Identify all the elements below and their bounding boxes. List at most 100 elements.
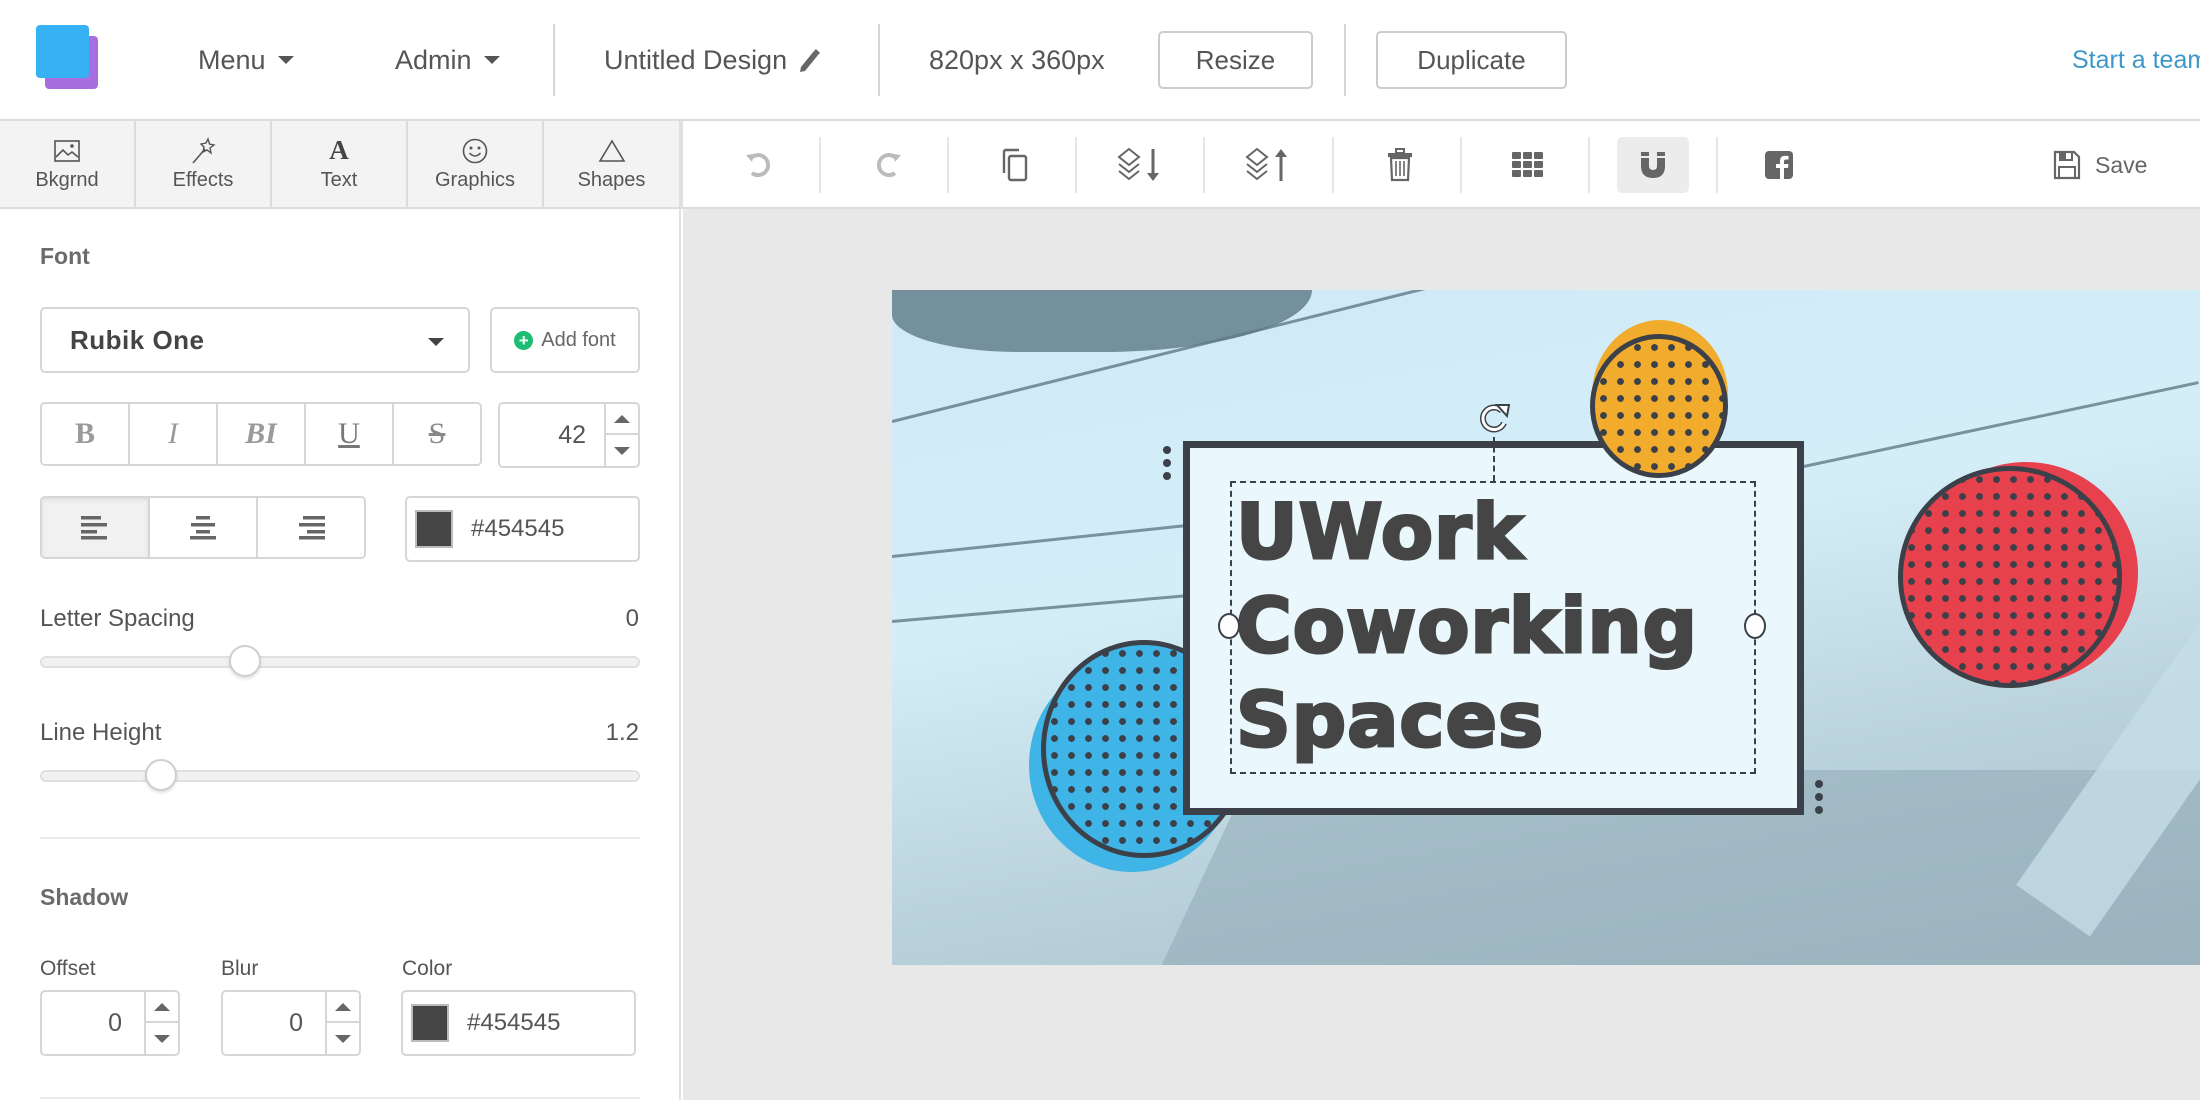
caret-up-icon bbox=[154, 1002, 170, 1011]
tab-background[interactable]: Bkgrnd bbox=[0, 121, 136, 207]
delete-button[interactable] bbox=[1367, 137, 1433, 193]
shadow-offset-value[interactable]: 0 bbox=[42, 992, 122, 1054]
send-backward-icon bbox=[1117, 147, 1159, 181]
section-divider bbox=[40, 1097, 640, 1099]
shadow-blur-label: Blur bbox=[221, 957, 259, 980]
design-title-text: Untitled Design bbox=[604, 44, 788, 75]
tab-shapes[interactable]: Shapes bbox=[544, 121, 681, 207]
text-color-swatch bbox=[415, 510, 453, 548]
save-label: Save bbox=[2095, 151, 2148, 178]
line-height-label: Line Height bbox=[40, 719, 162, 746]
bold-italic-button[interactable]: BI bbox=[218, 404, 306, 464]
header-divider bbox=[553, 24, 555, 96]
trash-icon bbox=[1388, 148, 1412, 182]
caret-down-icon bbox=[335, 1034, 351, 1043]
pencil-icon[interactable] bbox=[797, 47, 821, 73]
facebook-icon bbox=[1765, 151, 1793, 179]
redo-icon bbox=[876, 153, 901, 178]
header-divider bbox=[878, 24, 880, 96]
align-center-button[interactable] bbox=[150, 498, 258, 557]
align-center-icon bbox=[190, 515, 216, 539]
snap-magnet-button[interactable] bbox=[1617, 137, 1689, 193]
tab-text[interactable]: A Text bbox=[272, 121, 408, 207]
facebook-share-button[interactable] bbox=[1746, 137, 1812, 193]
font-size-stepper[interactable]: 42 bbox=[498, 402, 640, 468]
grid-button[interactable] bbox=[1495, 137, 1561, 193]
toolbar-divider bbox=[1460, 137, 1462, 193]
slider-thumb[interactable] bbox=[228, 645, 261, 677]
bold-button[interactable]: B bbox=[42, 404, 130, 464]
tab-effects[interactable]: Effects bbox=[136, 121, 272, 207]
admin-dropdown[interactable]: Admin bbox=[395, 0, 500, 120]
shadow-blur-stepper[interactable]: 0 bbox=[221, 990, 361, 1056]
resize-button[interactable]: Resize bbox=[1158, 31, 1313, 89]
letter-spacing-value: 0 bbox=[625, 605, 639, 632]
font-size-spinner bbox=[604, 404, 638, 466]
shadow-offset-stepper[interactable]: 0 bbox=[40, 990, 180, 1056]
decrement-button[interactable] bbox=[327, 1023, 359, 1054]
increment-button[interactable] bbox=[606, 404, 638, 435]
slider-thumb[interactable] bbox=[145, 759, 178, 791]
caret-up-icon bbox=[335, 1002, 351, 1011]
resize-handle-left[interactable] bbox=[1218, 613, 1240, 639]
red-dotted-circle[interactable] bbox=[1898, 462, 2138, 690]
toolbar-divider bbox=[1716, 137, 1718, 193]
letter-spacing-label: Letter Spacing bbox=[40, 605, 195, 632]
increment-button[interactable] bbox=[146, 992, 178, 1023]
increment-button[interactable] bbox=[327, 992, 359, 1023]
text-color-picker[interactable]: #454545 bbox=[405, 496, 640, 562]
editor-toolbar: Save bbox=[681, 121, 2200, 209]
strikethrough-button[interactable]: S bbox=[394, 404, 480, 464]
rotate-handle[interactable] bbox=[1476, 401, 1512, 437]
start-team-link[interactable]: Start a team bbox=[2072, 0, 2200, 120]
chevron-down-icon bbox=[428, 338, 444, 346]
decrement-button[interactable] bbox=[606, 435, 638, 466]
design-title[interactable]: Untitled Design bbox=[604, 0, 821, 120]
save-icon bbox=[2053, 150, 2081, 180]
copy-button[interactable] bbox=[982, 137, 1048, 193]
underline-button[interactable]: U bbox=[306, 404, 394, 464]
shadow-blur-value[interactable]: 0 bbox=[223, 992, 303, 1054]
align-left-icon bbox=[81, 515, 107, 539]
undo-button[interactable] bbox=[726, 137, 792, 193]
toolbar-divider bbox=[819, 137, 821, 193]
align-right-button[interactable] bbox=[258, 498, 364, 557]
duplicate-button[interactable]: Duplicate bbox=[1376, 31, 1567, 89]
align-right-icon bbox=[299, 515, 325, 539]
send-backward-button[interactable] bbox=[1110, 137, 1176, 193]
shadow-offset-spinner bbox=[144, 992, 178, 1054]
title-text[interactable]: UWork Coworking Spaces bbox=[1235, 485, 1699, 767]
redo-button[interactable] bbox=[855, 137, 921, 193]
chevron-down-icon bbox=[277, 56, 294, 64]
triangle-icon bbox=[598, 137, 626, 165]
decrement-button[interactable] bbox=[146, 1023, 178, 1054]
shadow-section-title: Shadow bbox=[40, 884, 129, 910]
toolbar-divider bbox=[1332, 137, 1334, 193]
letter-spacing-slider[interactable] bbox=[40, 645, 640, 677]
toolbar-divider bbox=[1203, 137, 1205, 193]
shadow-color-swatch bbox=[411, 1004, 449, 1042]
plus-circle-icon: + bbox=[514, 330, 534, 350]
add-font-button[interactable]: + Add font bbox=[490, 307, 640, 373]
tab-graphics[interactable]: Graphics bbox=[408, 121, 544, 207]
shadow-color-picker[interactable]: #454545 bbox=[401, 990, 636, 1056]
logo-front-shape bbox=[36, 25, 89, 78]
image-icon bbox=[54, 137, 80, 165]
line-height-slider[interactable] bbox=[40, 759, 640, 791]
bring-forward-button[interactable] bbox=[1238, 137, 1304, 193]
bring-forward-icon bbox=[1245, 147, 1287, 181]
selected-font: Rubik One bbox=[70, 324, 205, 355]
caret-down-icon bbox=[614, 446, 630, 455]
save-button[interactable]: Save bbox=[2053, 137, 2147, 193]
app-logo[interactable] bbox=[36, 25, 100, 89]
magnet-icon bbox=[1641, 152, 1665, 178]
yellow-dotted-circle[interactable] bbox=[1590, 320, 1734, 478]
smiley-icon bbox=[462, 137, 488, 165]
font-size-value[interactable]: 42 bbox=[500, 404, 586, 466]
italic-button[interactable]: I bbox=[130, 404, 218, 464]
font-family-select[interactable]: Rubik One bbox=[40, 307, 470, 373]
admin-label: Admin bbox=[395, 44, 472, 75]
resize-handle-right[interactable] bbox=[1744, 613, 1766, 639]
align-left-button[interactable] bbox=[42, 498, 150, 557]
menu-dropdown[interactable]: Menu bbox=[198, 0, 294, 120]
